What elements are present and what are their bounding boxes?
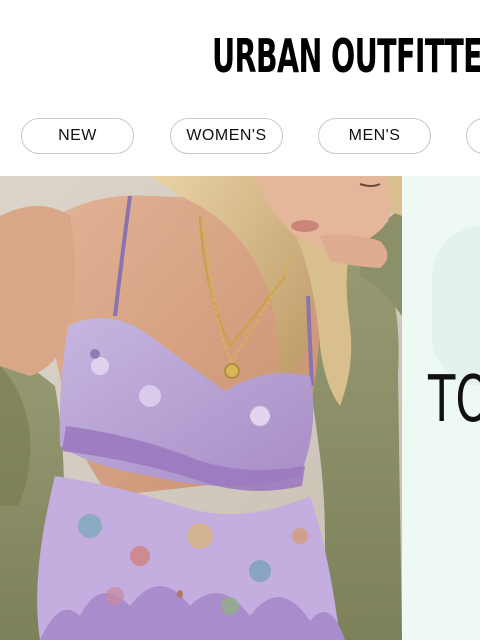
- hero-photo-illustration: [0, 176, 402, 640]
- brand-logo[interactable]: URBAN OUTFITTERS: [212, 28, 480, 84]
- hero-carousel: TO: [0, 176, 480, 640]
- category-pill-mens[interactable]: MEN'S: [318, 118, 431, 154]
- category-nav: NEW WOMEN'S MEN'S: [0, 118, 480, 156]
- promo-headline: TO: [428, 363, 480, 437]
- category-pill-womens[interactable]: WOMEN'S: [170, 118, 283, 154]
- site-header: URBAN OUTFITTERS: [0, 0, 480, 110]
- hero-product-image[interactable]: [0, 176, 402, 640]
- hero-promo-panel[interactable]: TO: [402, 176, 480, 640]
- page: URBAN OUTFITTERS NEW WOMEN'S MEN'S: [0, 0, 480, 640]
- category-pill-next[interactable]: [466, 118, 480, 154]
- category-pill-new[interactable]: NEW: [21, 118, 134, 154]
